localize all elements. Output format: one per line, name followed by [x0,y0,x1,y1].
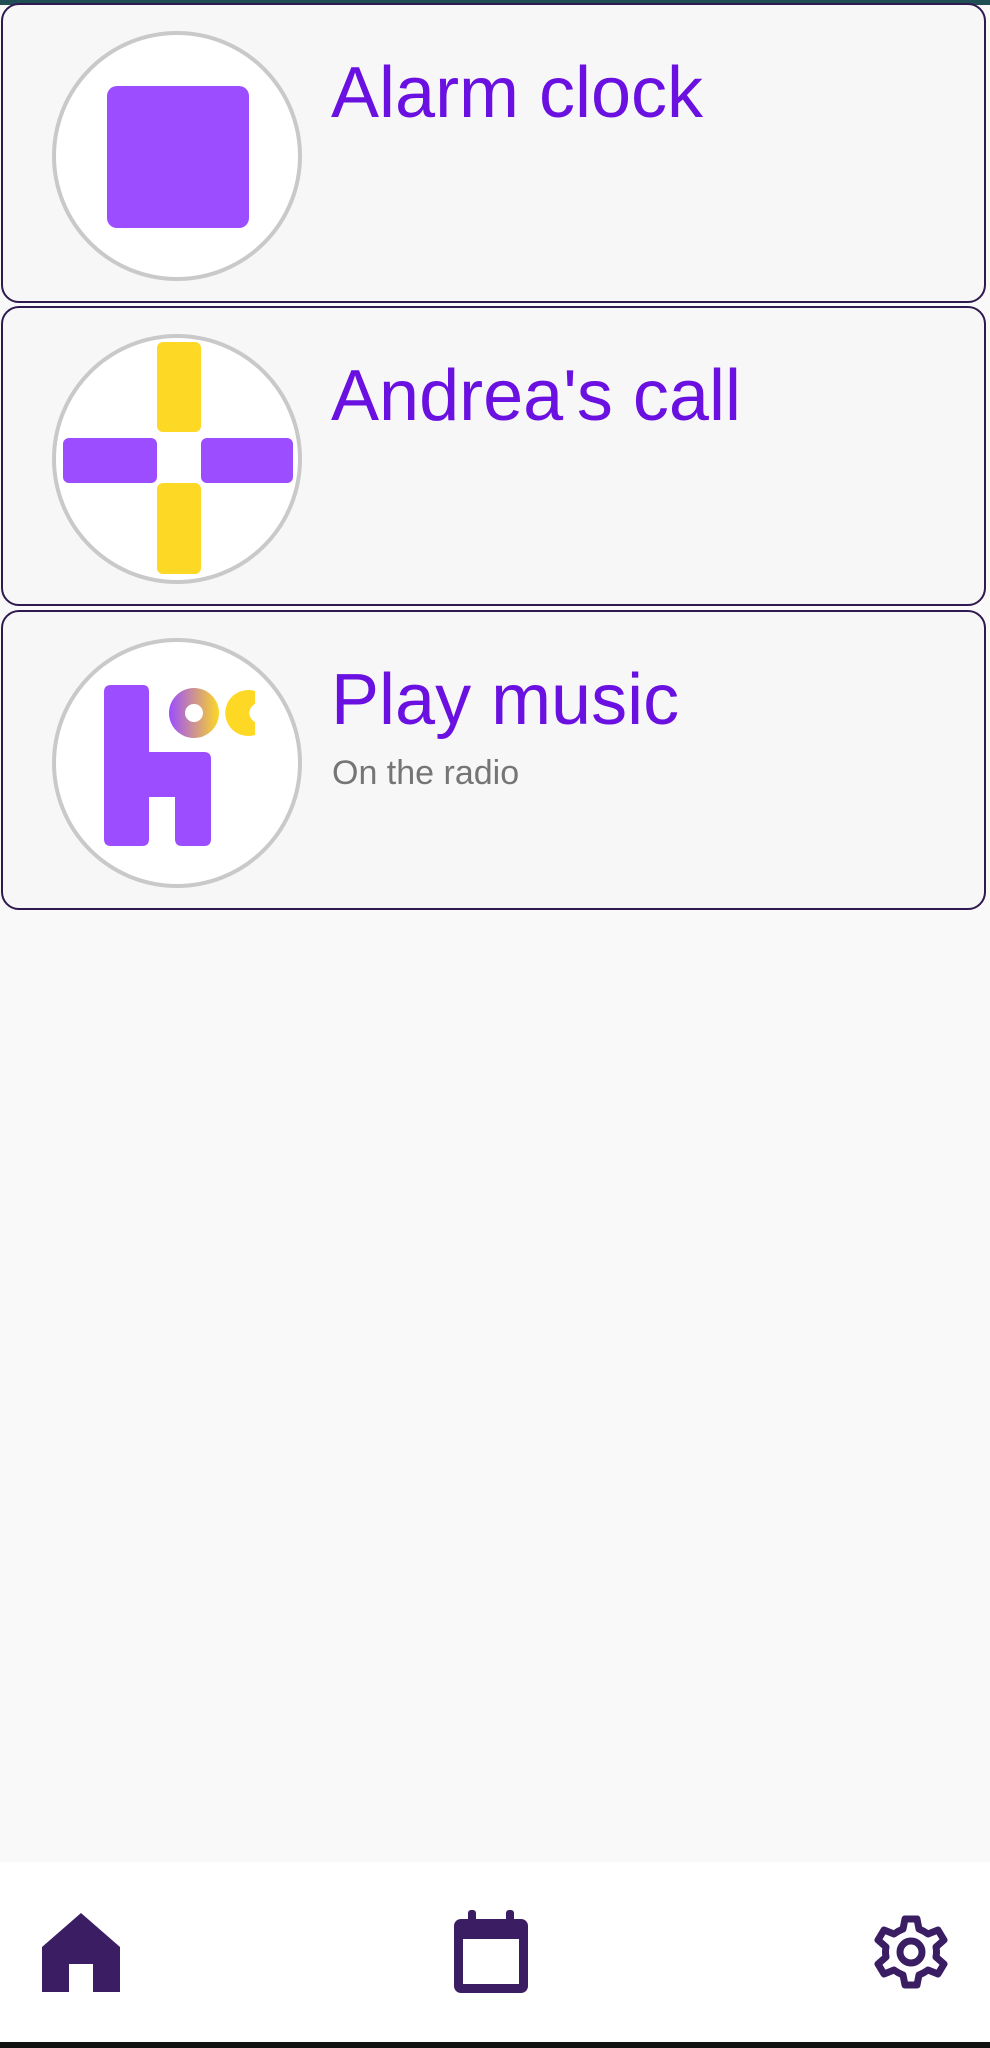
nav-calendar-button[interactable] [446,1907,536,1997]
alarm-clock-icon [107,86,249,228]
music-icon [104,685,255,846]
list-item-andreas-call[interactable]: Andrea's call [1,306,986,606]
call-icon [63,342,293,574]
call-avatar [52,334,302,584]
list-item-alarm-clock[interactable]: Alarm clock [1,3,986,303]
item-title: Andrea's call [331,356,741,436]
nav-settings-button[interactable] [866,1907,956,1997]
item-title: Play music [331,660,680,740]
bottom-navigation [0,1862,990,2042]
gear-icon [874,1915,948,1989]
item-subtitle: On the radio [332,754,520,792]
system-nav-strip [0,2042,990,2048]
list-item-play-music[interactable]: Play music On the radio [1,610,986,910]
item-title: Alarm clock [331,53,704,133]
music-avatar [52,638,302,888]
calendar-icon [454,1910,528,1993]
home-icon [42,1913,120,1992]
nav-home-button[interactable] [36,1907,126,1997]
alarm-clock-avatar [52,31,302,281]
